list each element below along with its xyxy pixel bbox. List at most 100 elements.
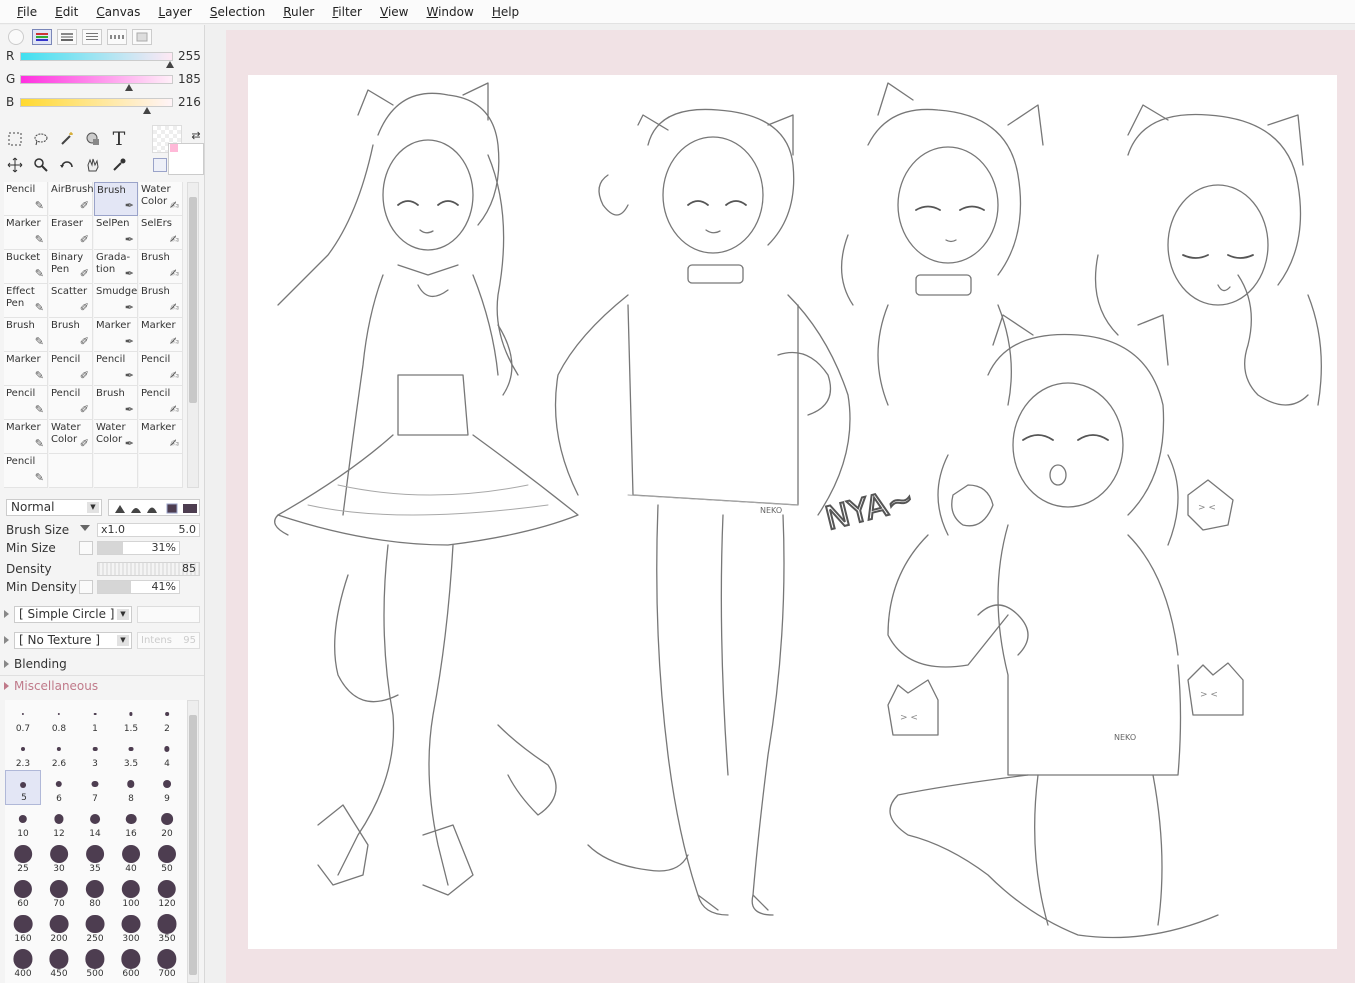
brush-slot-scatter[interactable]: Scatter ✐ [49,284,93,318]
brush-size-preset[interactable]: 4 [149,735,185,770]
brush-slot-smudge[interactable]: Smudge ✒ [94,284,138,318]
brush-slot-airbrush[interactable]: AirBrush ✐ [49,182,94,216]
blend-mode-select[interactable]: Normal ▼ [6,499,102,516]
menu-canvas[interactable]: Canvas [87,5,149,19]
rgb-slider-mode-button[interactable] [32,29,52,45]
min-size-slider[interactable]: 31% [97,541,180,555]
brush-size-preset[interactable]: 12 [41,805,77,840]
brush-size-preset[interactable]: 700 [149,945,185,980]
brush-slot-effect[interactable]: Effect Pen ✎ [4,284,48,318]
texture-section[interactable] [4,633,14,647]
brush-size-preset[interactable]: 35 [77,840,113,875]
brush-size-preset[interactable]: 500 [77,945,113,980]
brush-size-preset[interactable]: 1.5 [113,700,149,735]
slider-thumb-b[interactable] [143,107,152,114]
brush-slot-eraser[interactable]: Eraser ✐ [49,216,93,250]
min-density-pressure-icon[interactable] [79,580,93,594]
slider-g[interactable] [20,75,173,84]
brush-size-preset[interactable]: 14 [77,805,113,840]
slider-r[interactable] [20,52,173,61]
text-tool-icon[interactable]: T [109,128,129,150]
min-size-pressure-icon[interactable] [79,541,93,555]
brush-size-preset[interactable]: 120 [149,875,185,910]
drawing-canvas[interactable]: NEKO NEKO NYA~ > < > < > < [248,75,1337,949]
brush-slot-empty[interactable] [94,454,138,488]
brush-slot-water[interactable]: Water Color ✍ [139,182,183,216]
shape-param-field[interactable] [137,606,200,623]
brush-size-preset[interactable]: 160 [5,910,41,945]
menu-selection[interactable]: Selection [201,5,274,19]
brush-size-preset[interactable]: 100 [113,875,149,910]
brush-size-dropdown-icon[interactable] [80,525,90,531]
move-icon[interactable] [5,155,25,175]
brush-slot-water[interactable]: Water Color ✐ [49,420,93,454]
move-layer-icon[interactable] [83,129,103,149]
brush-size-preset[interactable]: 450 [41,945,77,980]
texture-select[interactable]: [ No Texture ] ▼ [14,632,132,649]
brush-slot-pencil[interactable]: Pencil ✍ [139,386,183,420]
brush-slot-pencil[interactable]: Pencil ✎ [4,386,48,420]
brush-shape-selector[interactable] [108,499,200,516]
brush-slot-empty[interactable] [139,454,183,488]
brush-size-preset[interactable]: 0.8 [41,700,77,735]
brush-slot-selers[interactable]: SelErs ✍ [139,216,183,250]
brush-slot-pencil[interactable]: Pencil ✐ [49,352,93,386]
brush-size-preset[interactable]: 400 [5,945,41,980]
brush-slot-pencil[interactable]: Pencil ✎ [4,182,48,216]
brush-size-preset[interactable]: 2 [149,700,185,735]
brush-size-preset[interactable]: 3.5 [113,735,149,770]
brush-size-preset[interactable]: 350 [149,910,185,945]
slider-b[interactable] [20,98,173,107]
brush-slot-empty[interactable] [49,454,93,488]
menu-filter[interactable]: Filter [323,5,371,19]
brush-size-preset[interactable]: 600 [113,945,149,980]
brush-slot-pencil[interactable]: Pencil ✎ [4,454,48,488]
hsv-slider-mode-button[interactable] [57,29,77,45]
brush-size-preset[interactable]: 3 [77,735,113,770]
menu-window[interactable]: Window [417,5,482,19]
brush-size-preset[interactable]: 250 [77,910,113,945]
brush-slot-pencil[interactable]: Pencil ✍ [139,352,183,386]
brush-slot-bucket[interactable]: Bucket ✎ [4,250,48,284]
brush-slot-pencil[interactable]: Pencil ✐ [49,386,93,420]
swap-colors-icon[interactable]: ⇄ [186,125,204,145]
hand-icon[interactable] [83,155,103,175]
brush-size-preset[interactable]: 300 [113,910,149,945]
rect-select-icon[interactable] [5,129,25,149]
magic-wand-icon[interactable] [57,129,77,149]
menu-view[interactable]: View [371,5,417,19]
brush-size-preset[interactable]: 70 [41,875,77,910]
brush-slot-selpen[interactable]: SelPen ✒ [94,216,138,250]
brush-size-preset[interactable]: 20 [149,805,185,840]
brush-size-preset[interactable]: 1 [77,700,113,735]
brush-size-preset[interactable]: 25 [5,840,41,875]
brush-size-preset[interactable]: 2.3 [5,735,41,770]
palette-mode-button[interactable] [107,29,127,45]
brush-slot-water[interactable]: Water Color ✒ [94,420,138,454]
brush-size-field[interactable]: x1.0 5.0 [97,523,200,537]
transparent-color-toggle[interactable] [153,158,167,172]
brush-size-preset[interactable]: 7 [77,770,113,805]
density-slider[interactable]: 85 [97,562,200,576]
lasso-icon[interactable] [31,129,51,149]
scratchpad-mode-button[interactable] [132,29,152,45]
brush-slot-marker[interactable]: Marker ✎ [4,352,48,386]
brush-slot-brush[interactable]: Brush ✒ [94,386,138,420]
zoom-icon[interactable] [31,155,51,175]
brush-size-preset[interactable]: 10 [5,805,41,840]
brush-slot-brush[interactable]: Brush ✍ [139,250,183,284]
brush-slot-brush[interactable]: Brush ✒ [94,182,138,216]
brush-size-preset[interactable]: 5 [5,770,41,805]
menu-layer[interactable]: Layer [149,5,200,19]
rotate-icon[interactable] [57,155,77,175]
brush-slot-marker[interactable]: Marker ✒ [94,318,138,352]
min-density-slider[interactable]: 41% [97,580,180,594]
brush-size-preset[interactable]: 0.7 [5,700,41,735]
texture-intensity-field[interactable]: Intens 95 [137,632,200,649]
brush-slot-marker[interactable]: Marker ✎ [4,216,48,250]
brush-size-preset[interactable]: 16 [113,805,149,840]
brush-size-preset[interactable]: 6 [41,770,77,805]
panel-separator[interactable] [206,25,226,983]
slider-thumb-g[interactable] [124,84,133,91]
brush-slot-marker[interactable]: Marker ✍ [139,420,183,454]
